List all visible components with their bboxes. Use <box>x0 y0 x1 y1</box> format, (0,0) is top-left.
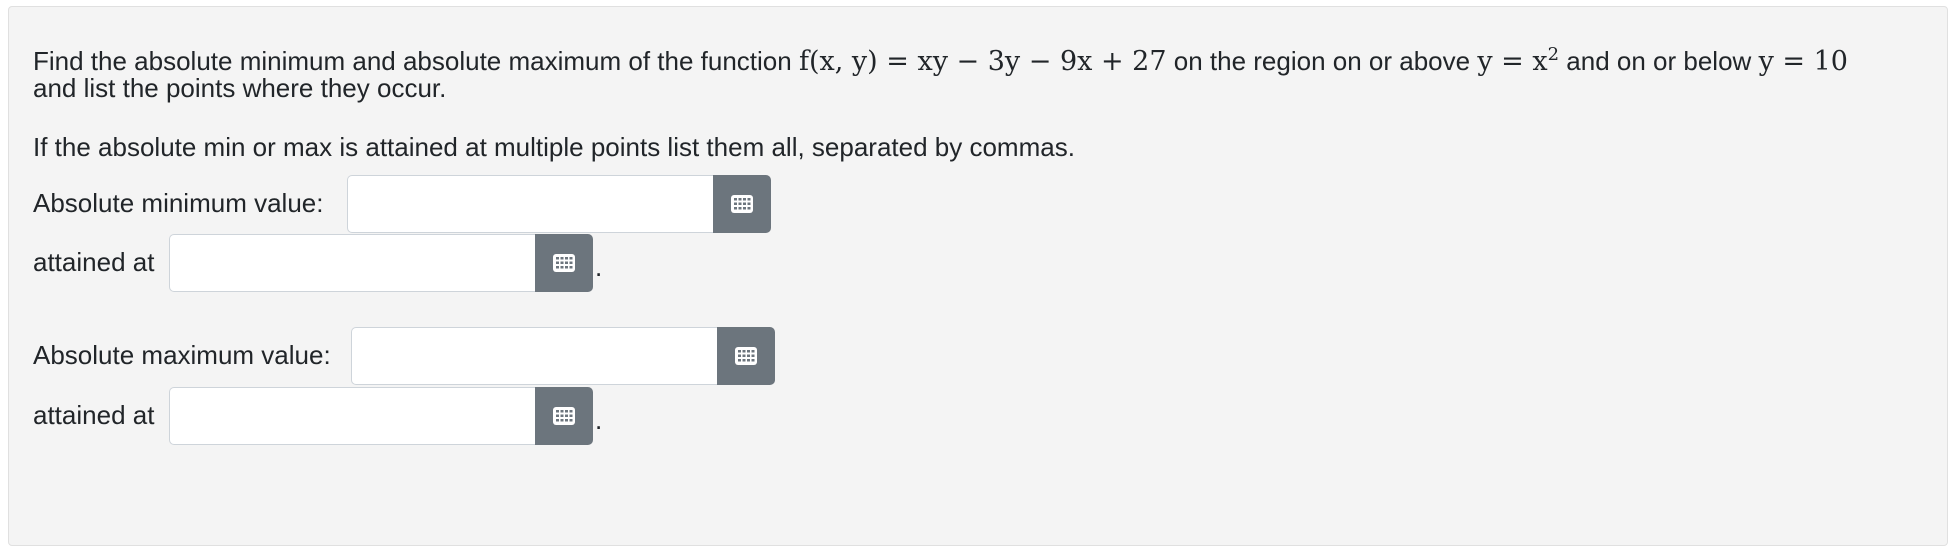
keyboard-icon <box>553 407 575 425</box>
min-attained-keyboard-button[interactable] <box>535 234 593 292</box>
max-value-group <box>351 327 775 385</box>
keyboard-icon <box>553 254 575 272</box>
max-value-label: Absolute maximum value: <box>33 340 331 370</box>
question-line-2: and list the points where they occur. <box>33 73 447 103</box>
min-value-group <box>347 175 771 233</box>
min-attained-label: attained at <box>33 247 155 277</box>
min-value-input[interactable] <box>347 175 713 233</box>
max-attained-input[interactable] <box>169 387 535 445</box>
min-value-label: Absolute minimum value: <box>33 188 324 218</box>
max-attained-period: . <box>595 405 603 435</box>
keyboard-icon <box>731 195 753 213</box>
min-attained-group <box>169 234 593 292</box>
region-text-1: on the region on or above <box>1173 46 1471 76</box>
min-attained-period: . <box>595 252 603 282</box>
region-text-2: and on or below <box>1566 46 1752 76</box>
instructions-text: If the absolute min or max is attained a… <box>33 132 1075 162</box>
question-panel: Find the absolute minimum and absolute m… <box>8 6 1948 546</box>
max-attained-keyboard-button[interactable] <box>535 387 593 445</box>
upper-line: y = 10 <box>1758 46 1848 77</box>
function-expression: f(x, y) = xy − 3y − 9x + 27 <box>798 46 1167 77</box>
lower-curve: y = x2 <box>1477 44 1560 77</box>
max-value-input[interactable] <box>351 327 717 385</box>
keyboard-icon <box>735 347 757 365</box>
max-value-keyboard-button[interactable] <box>717 327 775 385</box>
min-attained-input[interactable] <box>169 234 535 292</box>
min-value-keyboard-button[interactable] <box>713 175 771 233</box>
max-attained-group <box>169 387 593 445</box>
max-attained-label: attained at <box>33 400 155 430</box>
